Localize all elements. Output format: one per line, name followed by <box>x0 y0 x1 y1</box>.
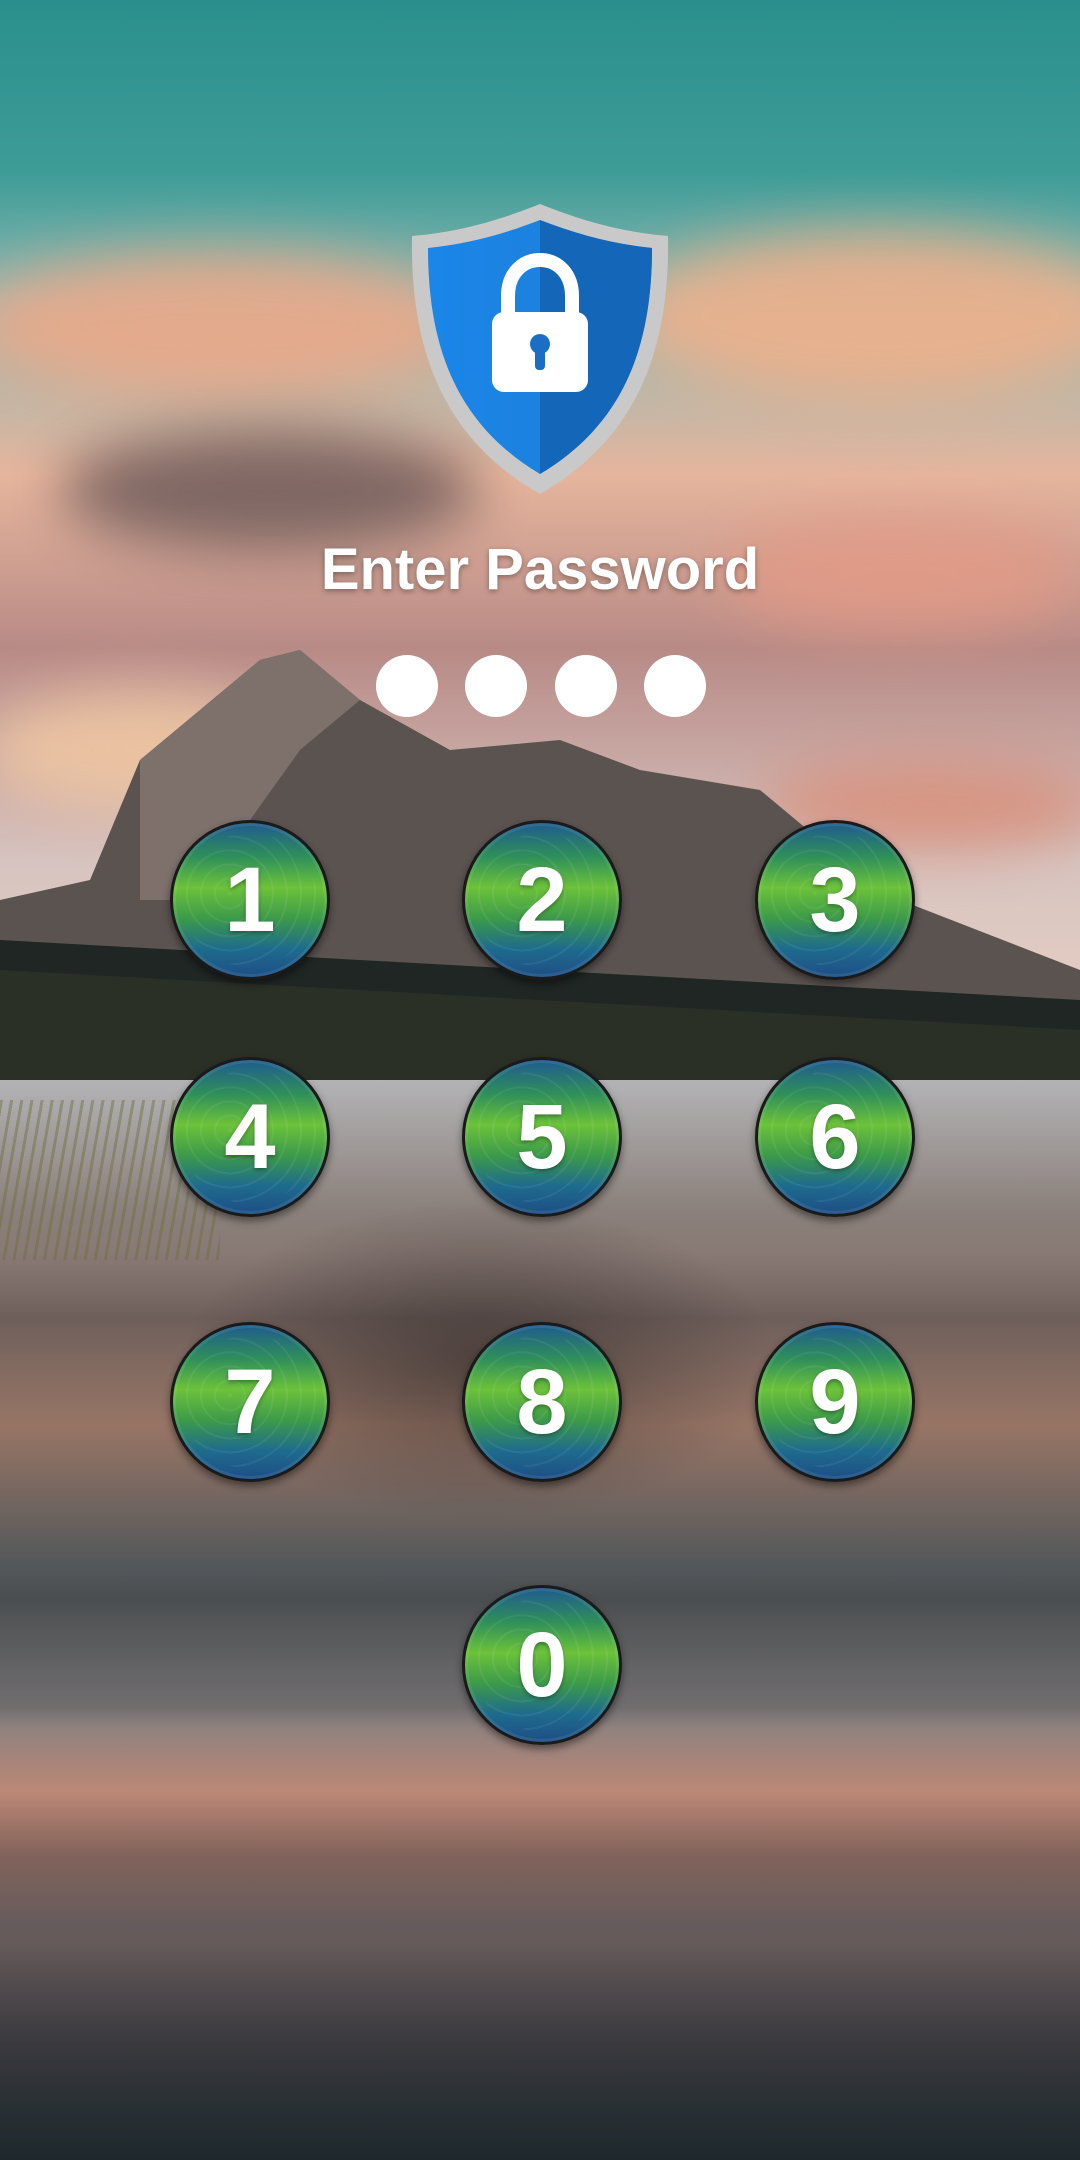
page-title: Enter Password <box>320 537 760 602</box>
key-label: 9 <box>809 1351 861 1453</box>
pin-dot <box>376 655 438 717</box>
key-7-button[interactable]: 7 <box>170 1322 330 1482</box>
key-9-button[interactable]: 9 <box>755 1322 915 1482</box>
key-5-button[interactable]: 5 <box>462 1057 622 1217</box>
key-label: 5 <box>516 1086 568 1188</box>
pin-dot <box>465 655 528 717</box>
key-label: 0 <box>516 1614 568 1716</box>
pin-indicator <box>376 655 706 719</box>
key-2-button[interactable]: 2 <box>462 820 622 980</box>
key-8-button[interactable]: 8 <box>462 1322 622 1482</box>
key-label: 2 <box>516 849 568 951</box>
key-label: 8 <box>516 1351 568 1453</box>
pin-dot <box>643 655 706 717</box>
key-6-button[interactable]: 6 <box>755 1057 915 1217</box>
key-3-button[interactable]: 3 <box>755 820 915 980</box>
lock-screen: Enter Password 1 2 3 4 5 6 7 8 9 0 <box>0 0 1080 2160</box>
key-4-button[interactable]: 4 <box>170 1057 330 1217</box>
key-label: 6 <box>809 1086 861 1188</box>
key-label: 7 <box>224 1351 276 1453</box>
pin-dot <box>554 655 617 717</box>
key-1-button[interactable]: 1 <box>170 820 330 980</box>
key-label: 4 <box>224 1086 276 1188</box>
key-label: 1 <box>224 849 276 951</box>
shield-lock-icon <box>411 204 669 494</box>
key-0-button[interactable]: 0 <box>462 1585 622 1745</box>
key-label: 3 <box>809 849 861 951</box>
